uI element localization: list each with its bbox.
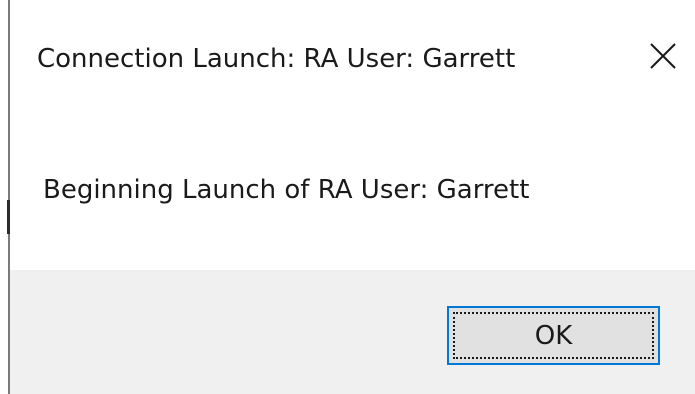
dialog-content: Beginning Launch of RA User: Garrett — [10, 120, 695, 270]
ok-button[interactable]: OK — [447, 306, 660, 365]
close-icon — [650, 43, 676, 69]
close-button[interactable] — [640, 33, 686, 79]
dialog-message: Beginning Launch of RA User: Garrett — [43, 175, 530, 205]
title-bar[interactable]: Connection Launch: RA User: Garrett — [10, 0, 695, 120]
dialog-footer: OK — [10, 270, 695, 394]
dialog-window: Connection Launch: RA User: Garrett Begi… — [0, 0, 695, 394]
dialog-title: Connection Launch: RA User: Garrett — [37, 44, 516, 74]
ok-button-label: OK — [534, 320, 573, 351]
